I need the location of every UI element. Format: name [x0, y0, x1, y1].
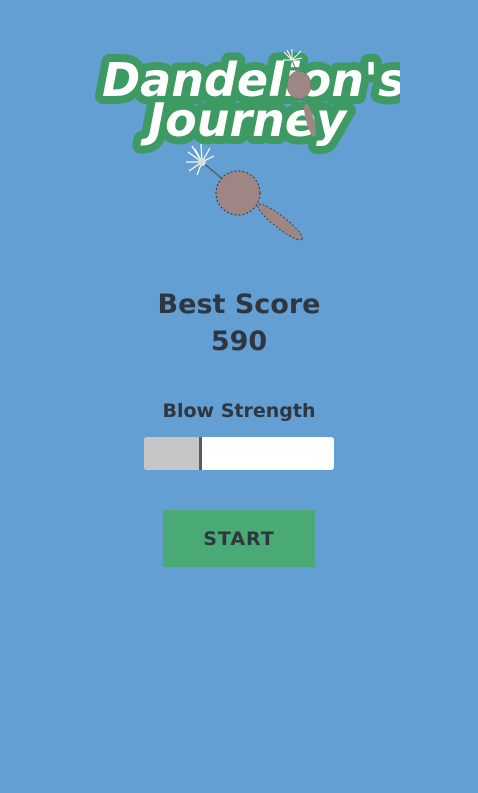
slider-fill: [144, 437, 201, 470]
game-logo: Dandelion's Journey Dandelion's Journey: [80, 38, 400, 253]
dandelion-seed-icon: [186, 143, 303, 241]
start-button[interactable]: START: [163, 510, 315, 567]
best-score: Best Score 590: [0, 286, 478, 360]
logo-line-2: Journey: [140, 93, 348, 147]
logo-title: Dandelion's Journey Dandelion's Journey: [94, 45, 400, 155]
best-score-value: 590: [210, 326, 268, 357]
blow-strength-label: Blow Strength: [162, 400, 316, 422]
best-score-label: Best Score: [157, 289, 321, 320]
slider-handle[interactable]: [199, 437, 202, 470]
logo-graphic: Dandelion's Journey Dandelion's Journey: [94, 45, 400, 241]
blow-strength-slider[interactable]: [144, 437, 334, 470]
